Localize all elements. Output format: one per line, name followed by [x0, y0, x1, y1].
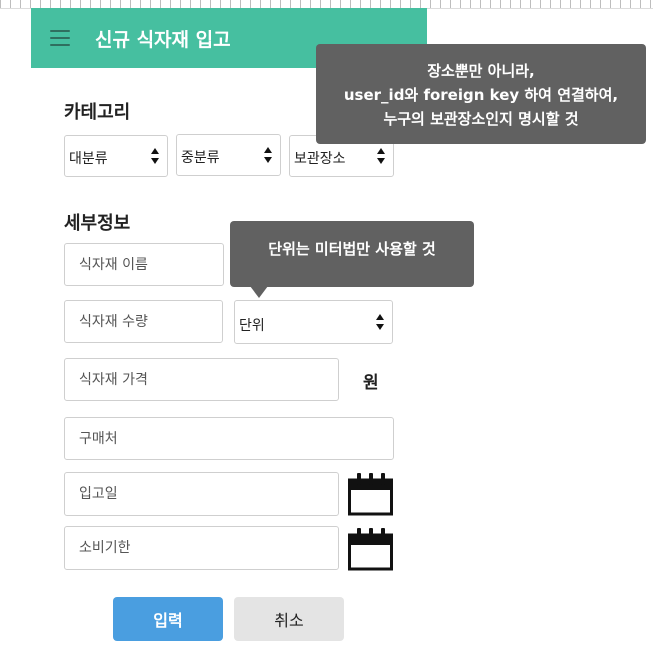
- storage-location-tooltip: 장소뿐만 아니라, user_id와 foreign key 하여 연결하여, …: [316, 44, 646, 144]
- cancel-button[interactable]: 취소: [234, 597, 344, 641]
- calendar-icon[interactable]: [348, 472, 393, 516]
- up-down-arrows-icon: [151, 148, 159, 166]
- calendar-icon[interactable]: [348, 527, 393, 571]
- unit-tooltip: 단위는 미터법만 사용할 것: [230, 221, 474, 287]
- major-category-select[interactable]: 대분류: [64, 135, 168, 177]
- hamburger-icon[interactable]: [50, 30, 70, 46]
- page-title: 신규 식자재 입고: [95, 29, 231, 51]
- currency-label: 원: [363, 373, 379, 393]
- tooltip-line: 장소뿐만 아니라,: [427, 62, 535, 80]
- ingredient-quantity-input[interactable]: [64, 300, 223, 343]
- up-down-arrows-icon: [377, 148, 385, 166]
- unit-select[interactable]: 단위: [234, 300, 393, 344]
- tooltip-line: user_id와 foreign key 하여 연결하여,: [343, 86, 619, 104]
- middle-category-select[interactable]: 중분류: [176, 134, 281, 176]
- major-category-label: 대분류: [69, 151, 108, 167]
- unit-tooltip-arrow: [250, 286, 268, 298]
- submit-button[interactable]: 입력: [113, 597, 223, 641]
- details-section-title: 세부정보: [64, 213, 131, 234]
- up-down-arrows-icon: [264, 147, 272, 165]
- middle-category-label: 중분류: [181, 150, 220, 166]
- ingredient-price-input[interactable]: [64, 358, 339, 401]
- unit-select-label: 단위: [239, 318, 265, 334]
- tooltip-line: 누구의 보관장소인지 명시할 것: [383, 110, 579, 128]
- vendor-input[interactable]: [64, 417, 394, 460]
- up-down-arrows-icon: [376, 314, 384, 332]
- ingredient-name-input[interactable]: [64, 243, 224, 286]
- storage-location-label: 보관장소: [294, 151, 346, 167]
- expiry-date-input[interactable]: [64, 526, 339, 570]
- stock-date-input[interactable]: [64, 472, 339, 516]
- category-section-title: 카테고리: [64, 102, 131, 123]
